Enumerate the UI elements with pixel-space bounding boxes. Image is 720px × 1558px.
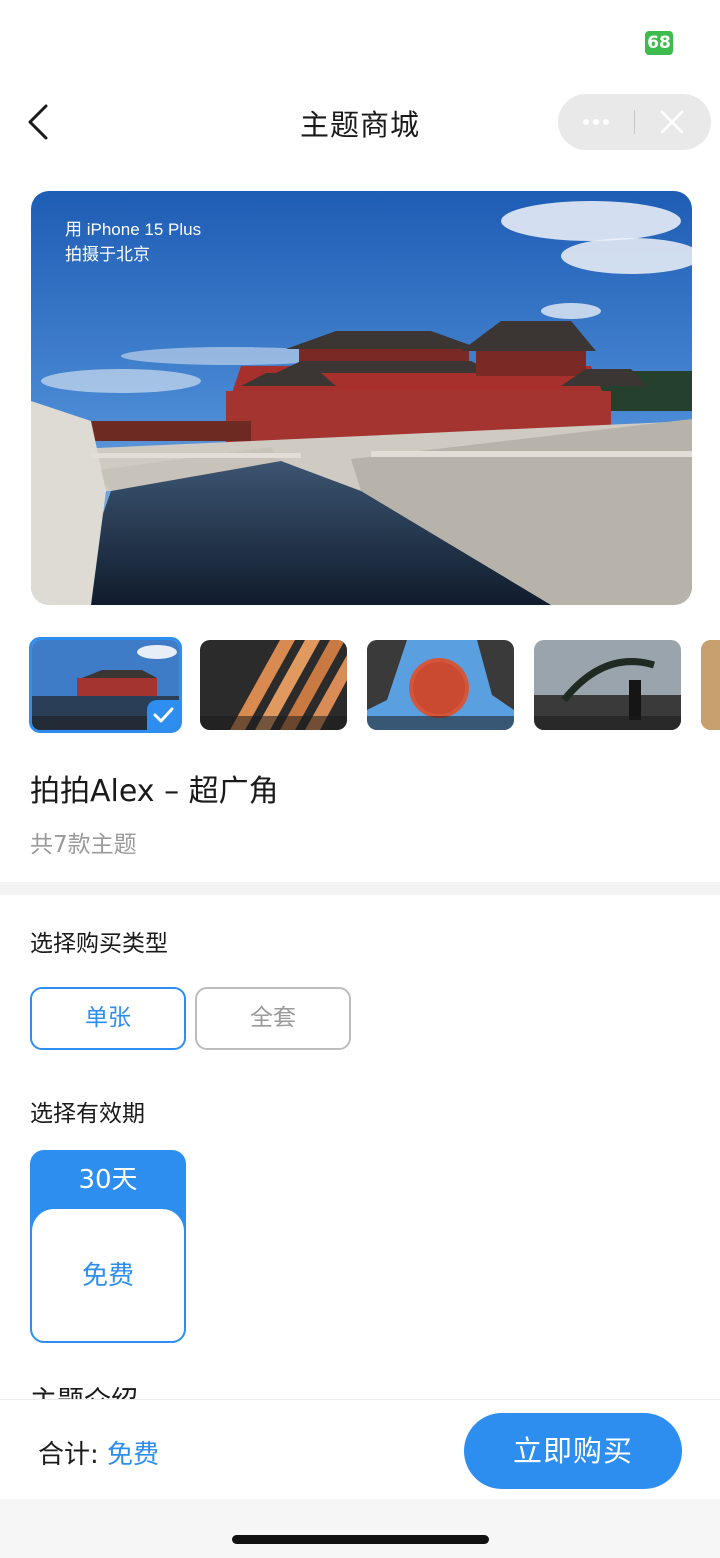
thumbnail-1[interactable] xyxy=(29,637,182,733)
selected-badge xyxy=(147,700,179,730)
validity-body: 免费 xyxy=(32,1209,184,1341)
bottom-bar: 合计: 免费 立即购买 xyxy=(0,1399,720,1499)
theme-count: 共7款主题 xyxy=(30,832,137,858)
close-button[interactable] xyxy=(635,94,711,150)
more-button[interactable] xyxy=(558,94,634,150)
total-label: 合计: xyxy=(38,1440,108,1470)
thumbnail-2[interactable] xyxy=(200,640,347,730)
validity-price: 免费 xyxy=(81,1261,134,1291)
total-value: 免费 xyxy=(107,1440,160,1470)
theme-preview-image: 用 iPhone 15 Plus 拍摄于北京 xyxy=(31,191,692,605)
status-bar: 68 xyxy=(0,0,720,80)
validity-days: 30天 xyxy=(78,1165,138,1195)
validity-label: 选择有效期 xyxy=(30,1101,145,1127)
hero-caption: 用 iPhone 15 Plus 拍摄于北京 xyxy=(65,217,201,267)
section-divider xyxy=(0,882,720,895)
thumbnail-4[interactable] xyxy=(534,640,681,730)
thumbnail-3[interactable] xyxy=(367,640,514,730)
option-single-button[interactable]: 单张 xyxy=(30,987,186,1050)
buy-now-button[interactable]: 立即购买 xyxy=(464,1413,682,1489)
close-icon xyxy=(660,110,684,134)
total-price: 合计: 免费 xyxy=(38,1434,159,1471)
hero-caption-line2: 拍摄于北京 xyxy=(65,245,150,264)
theme-thumbnail-strip[interactable] xyxy=(29,637,720,733)
battery-indicator: 68 xyxy=(645,31,673,55)
theme-intro-heading: 主题介绍 xyxy=(30,1380,138,1400)
theme-title: 拍拍Alex – 超广角 xyxy=(30,774,279,809)
option-full-set-button[interactable]: 全套 xyxy=(195,987,351,1050)
thumbnail-5[interactable] xyxy=(701,640,720,730)
nav-bar: 主题商城 xyxy=(0,90,720,154)
home-indicator[interactable] xyxy=(232,1535,489,1544)
purchase-type-label: 选择购买类型 xyxy=(30,931,168,957)
more-dots-icon xyxy=(583,119,609,125)
home-indicator-area xyxy=(0,1499,720,1558)
hero-caption-line1: 用 iPhone 15 Plus xyxy=(65,220,202,239)
checkmark-icon xyxy=(153,707,174,723)
validity-option-card[interactable]: 30天 免费 xyxy=(30,1150,186,1343)
mini-program-capsule xyxy=(558,94,711,150)
